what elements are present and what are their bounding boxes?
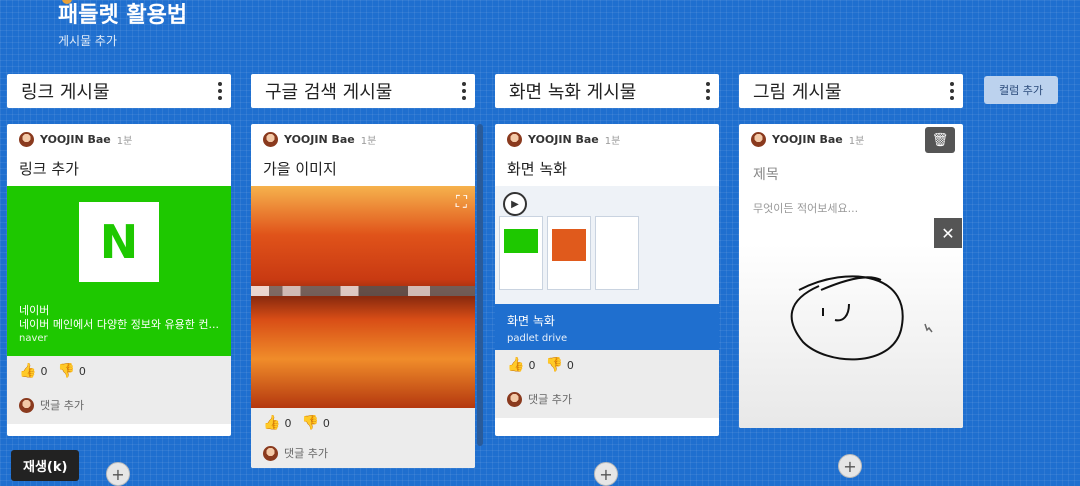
autumn-image[interactable]: ⛶: [251, 186, 475, 408]
thumbs-down-icon[interactable]: 👎: [57, 363, 74, 379]
post-card-video[interactable]: YOOJIN Bae 1분 화면 녹화 ▶ 화면 녹화 padlet drive…: [495, 124, 719, 436]
link-preview[interactable]: N 네이버 네이버 메인에서 다양한 정보와 유용한 컨... naver: [7, 186, 231, 356]
link-description: 네이버 메인에서 다양한 정보와 유용한 컨...: [19, 318, 220, 331]
thumbs-up-icon[interactable]: 👍: [507, 357, 524, 373]
smiley-drawing: [790, 275, 933, 361]
kebab-icon[interactable]: [705, 82, 711, 100]
add-comment[interactable]: 댓글 추가: [7, 386, 231, 424]
add-comment[interactable]: 댓글 추가: [495, 380, 719, 418]
link-source: naver: [19, 333, 48, 344]
reactions: 👍 0 👎 0: [507, 357, 574, 373]
kebab-icon[interactable]: [949, 82, 955, 100]
add-column-button[interactable]: 컬럼 추가: [984, 76, 1058, 104]
plus-icon[interactable]: +: [594, 462, 618, 486]
play-icon[interactable]: ▶: [503, 192, 527, 216]
page-subtitle: 게시물 추가: [58, 34, 118, 48]
column-title: 링크 게시물: [21, 82, 110, 103]
page-title: 패들렛 활용법: [58, 3, 188, 28]
post-author: YOOJIN Bae 1분: [495, 124, 719, 154]
avatar: [19, 131, 34, 147]
post-author: YOOJIN Bae 1분: [7, 124, 231, 154]
post-card-link[interactable]: YOOJIN Bae 1분 링크 추가 N 네이버 네이버 메인에서 다양한 정…: [7, 124, 231, 436]
link-title: 네이버: [19, 304, 50, 317]
close-icon[interactable]: ✕: [934, 218, 962, 248]
post-title: 화면 녹화: [507, 160, 567, 178]
video-caption: 화면 녹화 padlet drive: [495, 304, 719, 350]
column-header-video: 화면 녹화 게시물: [495, 74, 719, 108]
thumbs-up-icon[interactable]: 👍: [263, 415, 280, 431]
plus-icon[interactable]: +: [838, 454, 862, 478]
expand-icon[interactable]: ⛶: [456, 192, 467, 212]
kebab-icon[interactable]: [217, 82, 223, 100]
plus-icon[interactable]: +: [106, 462, 130, 486]
reactions: 👍 0 👎 0: [263, 415, 330, 431]
avatar: [19, 397, 34, 413]
scrollbar[interactable]: [477, 124, 483, 446]
trash-icon[interactable]: 🗑: [925, 127, 955, 153]
add-comment[interactable]: 댓글 추가: [251, 438, 475, 468]
column-header-link: 링크 게시물: [7, 74, 231, 108]
post-title: 가을 이미지: [263, 160, 337, 178]
post-title: 링크 추가: [19, 160, 79, 178]
column-header-google: 구글 검색 게시물: [251, 74, 475, 108]
thumbs-up-icon[interactable]: 👍: [19, 363, 36, 379]
column-title: 구글 검색 게시물: [265, 82, 393, 103]
column-header-drawing: 그림 게시물: [739, 74, 963, 108]
body-input[interactable]: 무엇이든 적어보세요...: [739, 184, 963, 216]
avatar: [507, 391, 522, 407]
post-card-google[interactable]: YOOJIN Bae 1분 가을 이미지 ⛶ 👍 0 👎 0 댓글 추가: [251, 124, 475, 468]
title-input[interactable]: 제목: [739, 154, 963, 184]
column-title: 그림 게시물: [753, 82, 842, 103]
naver-logo: N: [79, 202, 159, 282]
avatar: [263, 445, 278, 461]
video-thumbnail[interactable]: ▶: [495, 186, 719, 304]
post-author: YOOJIN Bae 1분: [251, 124, 475, 154]
column-title: 화면 녹화 게시물: [509, 82, 637, 103]
avatar: [507, 131, 522, 147]
drawing-canvas[interactable]: [739, 244, 963, 428]
reactions: 👍 0 👎 0: [19, 363, 86, 379]
page-header: 패들렛 활용법 게시물 추가: [58, 2, 187, 49]
post-card-drawing[interactable]: YOOJIN Bae 1분 🗑 제목 무엇이든 적어보세요...: [739, 124, 963, 428]
play-tooltip: 재생(k): [11, 450, 80, 481]
avatar: [263, 131, 278, 147]
thumbs-down-icon[interactable]: 👎: [301, 415, 318, 431]
thumbs-down-icon[interactable]: 👎: [545, 357, 562, 373]
kebab-icon[interactable]: [461, 82, 467, 100]
avatar: [751, 131, 766, 147]
